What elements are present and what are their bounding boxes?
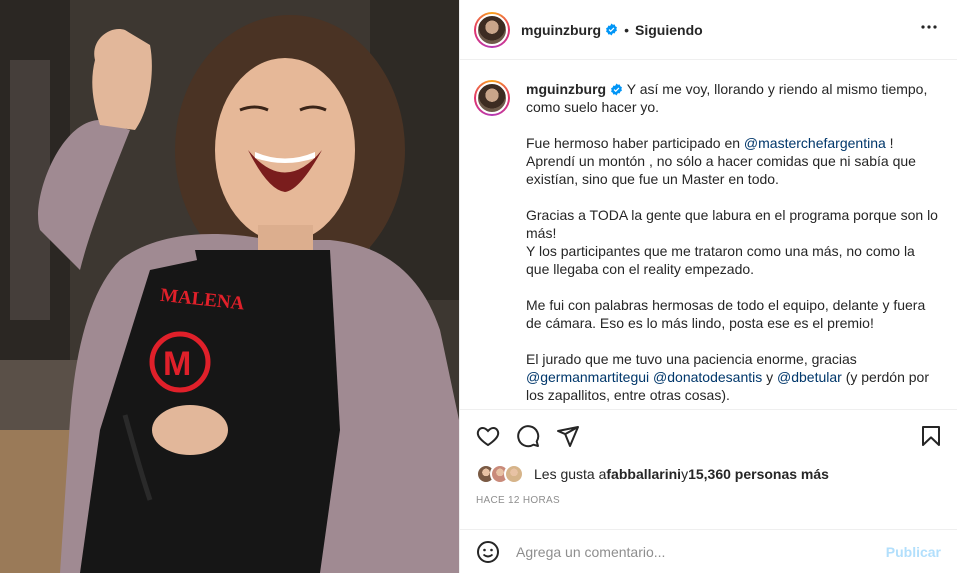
caption-body: mguinzburg Y así me voy, llorando y rien… xyxy=(526,80,941,409)
liker-username[interactable]: fabballarini xyxy=(606,466,681,482)
caption-avatar[interactable] xyxy=(474,80,510,116)
likes-count[interactable]: 15,360 personas más xyxy=(688,466,829,482)
bookmark-icon[interactable] xyxy=(919,424,943,448)
instagram-post: MALENA M mguinzburg • Siguiendo mguinzbu… xyxy=(0,0,957,573)
verified-badge-icon xyxy=(605,23,618,36)
post-timestamp[interactable]: HACE 12 HORAS xyxy=(460,487,957,517)
verified-badge-icon xyxy=(610,83,623,96)
post-photo-illustration: MALENA M xyxy=(0,0,459,573)
mention-link[interactable]: @germanmartitegui xyxy=(526,369,649,385)
post-details-panel: mguinzburg • Siguiendo mguinzburg Y así … xyxy=(459,0,957,573)
mention-link[interactable]: @donatodesantis xyxy=(653,369,762,385)
caption-text: El jurado que me tuvo una paciencia enor… xyxy=(526,351,857,367)
likes-summary: Les gusta a fabballarini y 15,360 person… xyxy=(460,461,957,487)
mention-link[interactable]: @dbetular xyxy=(777,369,842,385)
profile-avatar[interactable] xyxy=(474,11,510,48)
liker-avatar xyxy=(504,464,524,484)
caption-paragraph: Me fui con palabras hermosas de todo el … xyxy=(526,296,941,332)
likes-middle: y xyxy=(681,466,689,482)
caption-paragraph: Gracias a TODA la gente que labura en el… xyxy=(526,206,941,278)
follow-status-button[interactable]: Siguiendo xyxy=(635,22,703,38)
mention-link[interactable]: @masterchefargentina xyxy=(744,135,886,151)
caption-text: Me fui con palabras hermosas de todo el … xyxy=(526,297,926,331)
caption-paragraph: Fue hermoso haber participado en @master… xyxy=(526,134,941,188)
more-horizontal-icon[interactable] xyxy=(917,15,941,44)
comment-bar: Publicar xyxy=(460,529,957,573)
header-username[interactable]: mguinzburg xyxy=(521,22,601,38)
separator-dot: • xyxy=(624,21,630,38)
comment-icon[interactable] xyxy=(516,424,540,448)
post-header: mguinzburg • Siguiendo xyxy=(460,0,957,60)
caption-paragraph: mguinzburg Y así me voy, llorando y rien… xyxy=(526,80,941,116)
caption-text: y xyxy=(762,369,778,385)
emoji-icon[interactable] xyxy=(476,540,500,564)
caption-username[interactable]: mguinzburg xyxy=(526,81,606,97)
action-bar xyxy=(460,409,957,461)
heart-icon[interactable] xyxy=(476,424,500,448)
caption-paragraph: El jurado que me tuvo una paciencia enor… xyxy=(526,350,941,404)
post-caption: mguinzburg Y así me voy, llorando y rien… xyxy=(460,60,957,409)
caption-text: Gracias a TODA la gente que labura en el… xyxy=(526,207,938,277)
comment-input[interactable] xyxy=(516,543,886,560)
apron-logo-letter: M xyxy=(163,345,191,383)
liker-avatars[interactable] xyxy=(476,463,528,485)
share-icon[interactable] xyxy=(556,424,580,448)
caption-text: Fue hermoso haber participado en xyxy=(526,135,744,151)
publish-button[interactable]: Publicar xyxy=(886,544,941,560)
likes-prefix: Les gusta a xyxy=(534,466,607,482)
post-photo[interactable]: MALENA M xyxy=(0,0,459,573)
